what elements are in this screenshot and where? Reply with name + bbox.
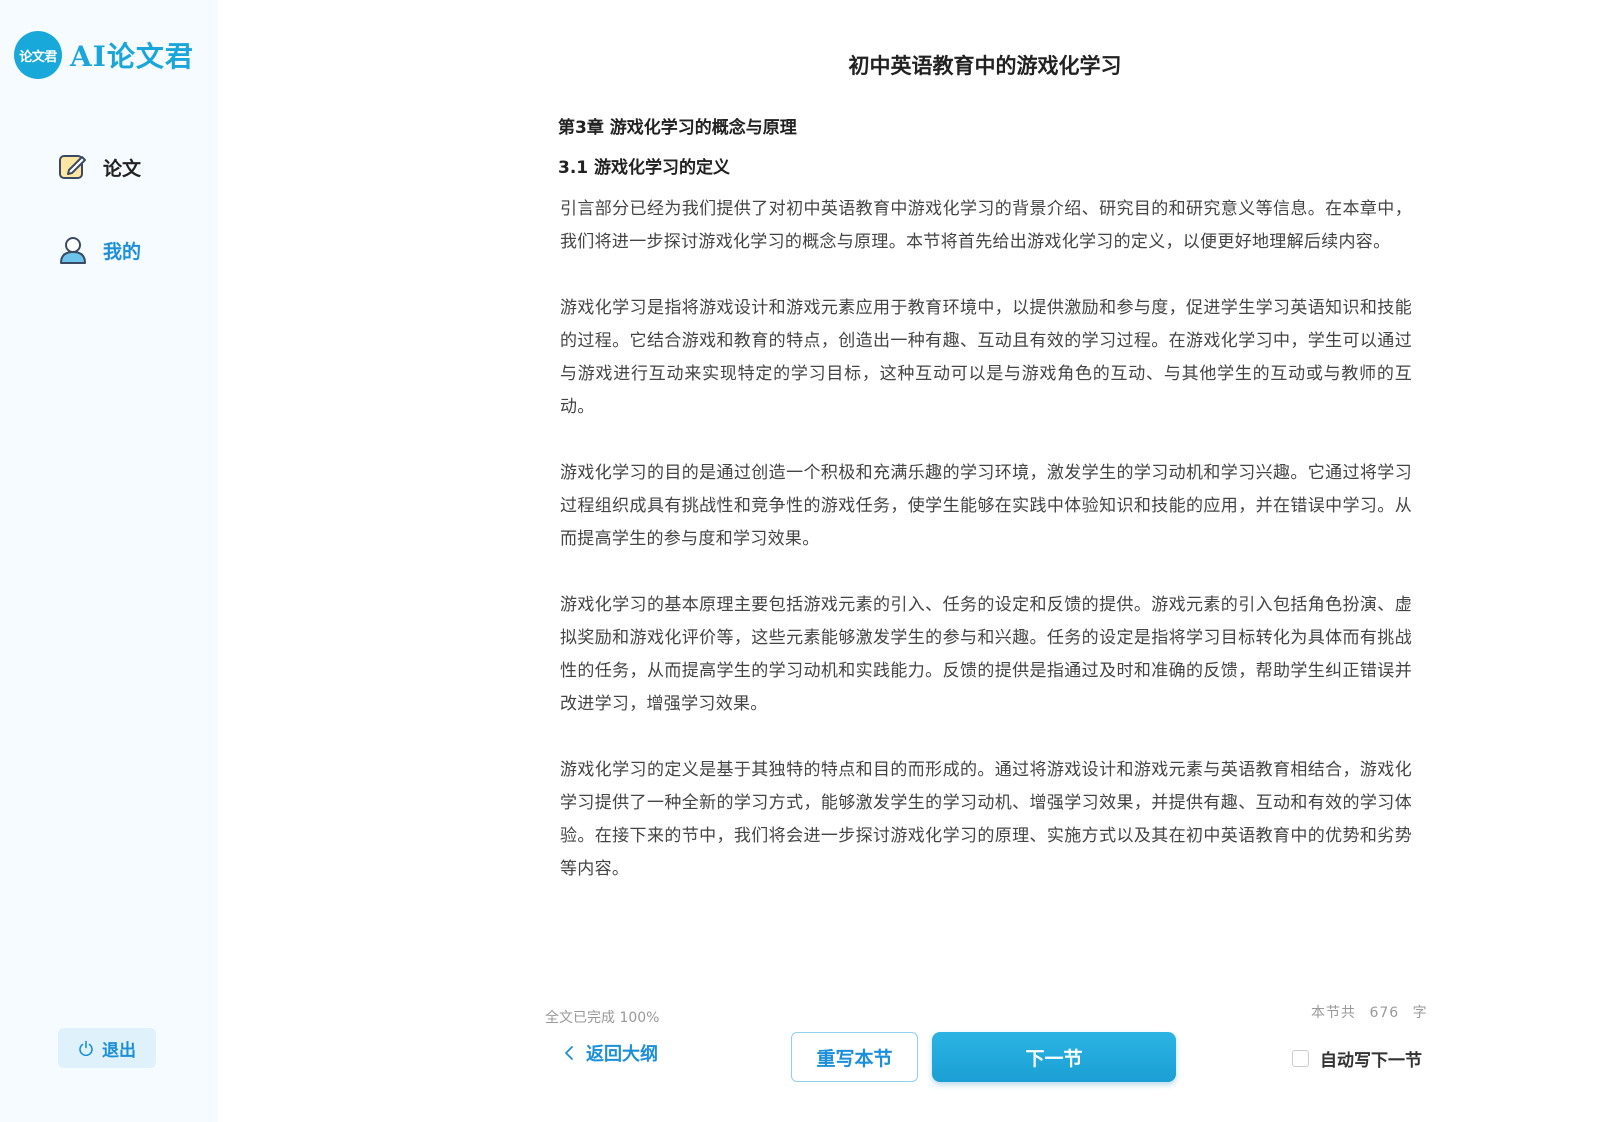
rewrite-section-button[interactable]: 重写本节 xyxy=(791,1032,918,1082)
paragraph: 引言部分已经为我们提供了对初中英语教育中游戏化学习的背景介绍、研究目的和研究意义… xyxy=(560,199,1412,252)
sidebar-item-label: 我的 xyxy=(103,240,142,263)
logo-text: AI论文君 xyxy=(70,40,194,73)
word-count-value: 676 xyxy=(1369,1005,1400,1021)
next-section-button[interactable]: 下一节 xyxy=(932,1032,1176,1082)
auto-next-label: 自动写下一节 xyxy=(1320,1051,1422,1071)
chapter-heading: 第3章 游戏化学习的概念与原理 xyxy=(558,118,797,138)
word-count: 本节共 676 字 xyxy=(1311,1002,1436,1022)
edit-icon xyxy=(58,152,88,182)
logout-button[interactable]: 退出 xyxy=(58,1028,156,1068)
section-heading: 3.1 游戏化学习的定义 xyxy=(558,158,731,178)
app-root: 论文君 AI论文君 论文 我的 退出 初中英语教育中的游戏化学习 第3章 游戏化… xyxy=(0,0,1600,1122)
power-icon xyxy=(78,1040,94,1056)
word-count-prefix: 本节共 xyxy=(1311,1005,1356,1021)
paragraph: 游戏化学习的目的是通过创造一个积极和充满乐趣的学习环境，激发学生的学习动机和学习… xyxy=(560,463,1412,549)
progress-status: 全文已完成 100% xyxy=(545,1010,660,1026)
paragraph: 游戏化学习的基本原理主要包括游戏元素的引入、任务的设定和反馈的提供。游戏元素的引… xyxy=(560,595,1412,714)
logo-badge: 论文君 xyxy=(14,31,62,79)
user-icon xyxy=(58,235,88,265)
auto-next-checkbox[interactable] xyxy=(1292,1050,1309,1067)
logout-label: 退出 xyxy=(102,1040,136,1061)
sidebar-item-paper[interactable]: 论文 xyxy=(58,152,141,182)
paragraph: 游戏化学习是指将游戏设计和游戏元素应用于教育环境中，以提供激励和参与度，促进学生… xyxy=(560,298,1412,417)
back-label: 返回大纲 xyxy=(586,1044,658,1065)
auto-next-toggle[interactable]: 自动写下一节 xyxy=(1292,1046,1422,1071)
paragraph: 游戏化学习的定义是基于其独特的特点和目的而形成的。通过将游戏设计和游戏元素与英语… xyxy=(560,760,1412,879)
back-to-outline-link[interactable]: 返回大纲 xyxy=(562,1040,658,1066)
chevron-left-icon xyxy=(562,1044,576,1062)
sidebar-item-mine[interactable]: 我的 xyxy=(58,235,141,265)
document-title: 初中英语教育中的游戏化学习 xyxy=(848,54,1122,78)
word-count-suffix: 字 xyxy=(1412,1005,1428,1021)
sidebar: 论文君 AI论文君 论文 我的 退出 xyxy=(0,0,218,1122)
logo: 论文君 AI论文君 xyxy=(14,31,194,79)
section-body: 引言部分已经为我们提供了对初中英语教育中游戏化学习的背景介绍、研究目的和研究意义… xyxy=(560,193,1412,919)
sidebar-item-label: 论文 xyxy=(103,157,142,180)
